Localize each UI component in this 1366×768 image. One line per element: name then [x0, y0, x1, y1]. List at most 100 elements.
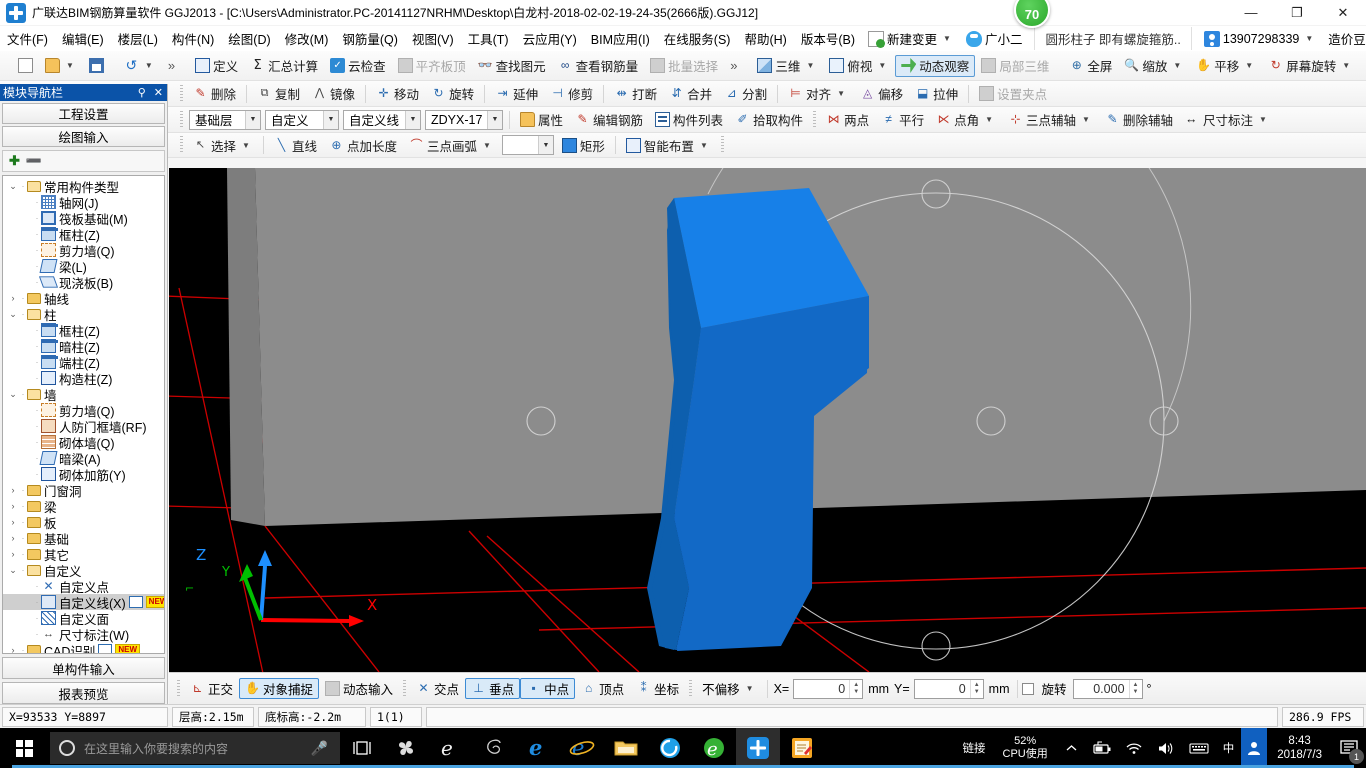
- chevron-down-icon[interactable]: ⌄: [7, 181, 19, 192]
- tree-node[interactable]: · 砌体加筋(Y): [3, 466, 164, 483]
- tree-node[interactable]: › · 其它: [3, 546, 164, 563]
- chevron-down-icon[interactable]: ▼: [743, 684, 757, 693]
- battery-indicator[interactable]: [1085, 741, 1119, 755]
- toolbar-grip[interactable]: [403, 679, 407, 698]
- coin-balance[interactable]: 造价豆:0: [1322, 27, 1366, 50]
- taskbar-item-ie[interactable]: e: [560, 728, 604, 768]
- tree-node[interactable]: › · 基础: [3, 530, 164, 547]
- restore-button[interactable]: ❐: [1274, 0, 1320, 26]
- chevron-right-icon[interactable]: ›: [7, 533, 19, 543]
- chevron-down-icon[interactable]: ▼: [142, 61, 156, 70]
- pan-button[interactable]: ✋ 平移 ▼: [1190, 55, 1262, 77]
- toolbar-overflow-left[interactable]: »: [162, 58, 181, 73]
- component-type-select[interactable]: 自定义 ▼: [265, 109, 339, 130]
- chevron-down-icon[interactable]: ⌄: [7, 565, 19, 576]
- taskbar-item-notepad[interactable]: [780, 728, 824, 768]
- save-file-button[interactable]: [83, 55, 110, 77]
- line-tool-button[interactable]: ╲ 直线: [268, 134, 323, 156]
- volume-indicator[interactable]: [1150, 741, 1182, 756]
- cloud-check-button[interactable]: ✓ 云检查: [324, 55, 392, 77]
- copy-button[interactable]: ⧉ 复制: [251, 83, 306, 105]
- menu-view[interactable]: 视图(V): [405, 26, 461, 51]
- chevron-down-icon[interactable]: ▼: [1256, 115, 1270, 124]
- delete-button[interactable]: ✎ 删除: [187, 83, 242, 105]
- tree-node[interactable]: › · 门窗洞: [3, 482, 164, 499]
- component-tree[interactable]: ⌄ · 常用构件类型 · 轴网(J) · 筏板基础(M) · 框柱(Z) · 剪力墙(Q) · 梁(L)…: [2, 175, 165, 654]
- toolbar-grip[interactable]: [689, 679, 693, 698]
- chevron-down-icon[interactable]: ▼: [982, 115, 996, 124]
- toolbar-grip[interactable]: [720, 136, 724, 154]
- taskbar-item-file-explorer[interactable]: [604, 728, 648, 768]
- chevron-down-icon[interactable]: ▼: [537, 136, 553, 154]
- 3d-viewport[interactable]: X Z Y ⌐: [169, 168, 1366, 672]
- chevron-down-icon[interactable]: ▼: [239, 141, 253, 150]
- rotate-input[interactable]: 0.000 ▲ ▼: [1072, 678, 1143, 699]
- delete-axis-button[interactable]: ✎ 删除辅轴: [1099, 109, 1179, 131]
- smart-layout-button[interactable]: 智能布置 ▼: [620, 134, 717, 156]
- search-input[interactable]: 在这里输入你要搜索的内容 🎤: [50, 732, 340, 764]
- task-view-button[interactable]: [340, 728, 384, 768]
- chevron-down-icon[interactable]: ▼: [940, 34, 954, 43]
- view-rebar-button[interactable]: ∞ 查看钢筋量: [552, 55, 645, 77]
- select-tool-button[interactable]: ↖ 选择 ▼: [187, 134, 259, 156]
- chevron-down-icon[interactable]: ▼: [803, 61, 817, 70]
- summary-calc-button[interactable]: Σ 汇总计算: [244, 55, 324, 77]
- chevron-down-icon[interactable]: ▼: [405, 110, 420, 129]
- menu-file[interactable]: 文件(F): [0, 26, 55, 51]
- stretch-button[interactable]: ⬓ 拉伸: [909, 83, 964, 105]
- vertex-snap-toggle[interactable]: ⌂ 顶点: [575, 678, 630, 699]
- tree-node[interactable]: · 现浇板(B): [3, 274, 164, 291]
- menu-cloud-app[interactable]: 云应用(Y): [516, 26, 584, 51]
- toolbar-grip[interactable]: [180, 136, 183, 154]
- close-icon[interactable]: ✕: [150, 86, 167, 99]
- advertisement-text[interactable]: 圆形柱子 即有螺旋箍筋..: [1034, 27, 1192, 50]
- account-button[interactable]: 13907298339 ▼: [1198, 29, 1322, 49]
- pin-icon[interactable]: ⚲: [134, 86, 150, 99]
- ime-indicator[interactable]: 中: [1216, 740, 1242, 756]
- tray-expand-button[interactable]: [1058, 742, 1085, 755]
- chevron-down-icon[interactable]: ▼: [323, 110, 338, 129]
- intersection-snap-toggle[interactable]: ✕ 交点: [410, 678, 465, 699]
- break-button[interactable]: ⇹ 打断: [608, 83, 663, 105]
- parallel-button[interactable]: ≠ 平行: [875, 109, 930, 131]
- y-offset-stepper[interactable]: ▲ ▼: [969, 679, 983, 698]
- fullscreen-button[interactable]: ⊕ 全屏: [1063, 55, 1118, 77]
- network-indicator[interactable]: [1119, 741, 1150, 755]
- taskbar-item-pinwheel[interactable]: [384, 728, 428, 768]
- tree-node[interactable]: · 构造柱(Z): [3, 370, 164, 387]
- extend-button[interactable]: ⇥ 延伸: [489, 83, 544, 105]
- tab-report-preview[interactable]: 报表预览: [2, 682, 165, 704]
- chevron-down-icon[interactable]: ▼: [63, 61, 77, 70]
- link-label[interactable]: 链接: [956, 740, 993, 756]
- draw-mode-select[interactable]: ▼: [501, 135, 554, 155]
- coordinate-snap-toggle[interactable]: ⁑ 坐标: [630, 678, 685, 699]
- tree-node[interactable]: › · 梁: [3, 498, 164, 515]
- clock[interactable]: 8:43 2018/7/3: [1267, 734, 1332, 762]
- perpendicular-snap-toggle[interactable]: ⊥ 垂点: [465, 678, 521, 699]
- x-offset-stepper[interactable]: ▲ ▼: [849, 679, 862, 698]
- menu-floor[interactable]: 楼层(L): [111, 26, 165, 51]
- table-icon[interactable]: [128, 596, 143, 608]
- menu-modify[interactable]: 修改(M): [278, 26, 336, 51]
- chevron-down-icon[interactable]: ▼: [245, 110, 260, 129]
- menu-draw[interactable]: 绘图(D): [221, 26, 277, 51]
- menu-online-service[interactable]: 在线服务(S): [657, 26, 738, 51]
- merge-button[interactable]: ⇵ 合并: [663, 83, 718, 105]
- chevron-right-icon[interactable]: ›: [7, 485, 19, 495]
- chevron-down-icon[interactable]: ▼: [480, 141, 494, 150]
- toolbar-overflow-mid[interactable]: »: [724, 58, 743, 73]
- three-point-arc-button[interactable]: ⌒ 三点画弧 ▼: [403, 134, 500, 156]
- batch-select-button[interactable]: 批量选择: [644, 55, 724, 77]
- tab-project-settings[interactable]: 工程设置: [2, 103, 165, 124]
- offset-button[interactable]: ◬ 偏移: [854, 83, 909, 105]
- user-nick-button[interactable]: 广小二: [960, 27, 1029, 50]
- x-offset-input[interactable]: 0 ▲ ▼: [793, 678, 864, 699]
- menu-rebar[interactable]: 钢筋量(Q): [335, 26, 405, 51]
- toolbar-grip[interactable]: [177, 679, 180, 698]
- find-element-button[interactable]: 👓 查找图元: [472, 55, 552, 77]
- table-icon[interactable]: [98, 644, 113, 653]
- move-button[interactable]: ✛ 移动: [370, 83, 425, 105]
- ortho-toggle[interactable]: ⊾ 正交: [184, 678, 239, 699]
- y-offset-input[interactable]: 0 ▲ ▼: [913, 678, 984, 699]
- ime-user-icon[interactable]: [1241, 728, 1268, 768]
